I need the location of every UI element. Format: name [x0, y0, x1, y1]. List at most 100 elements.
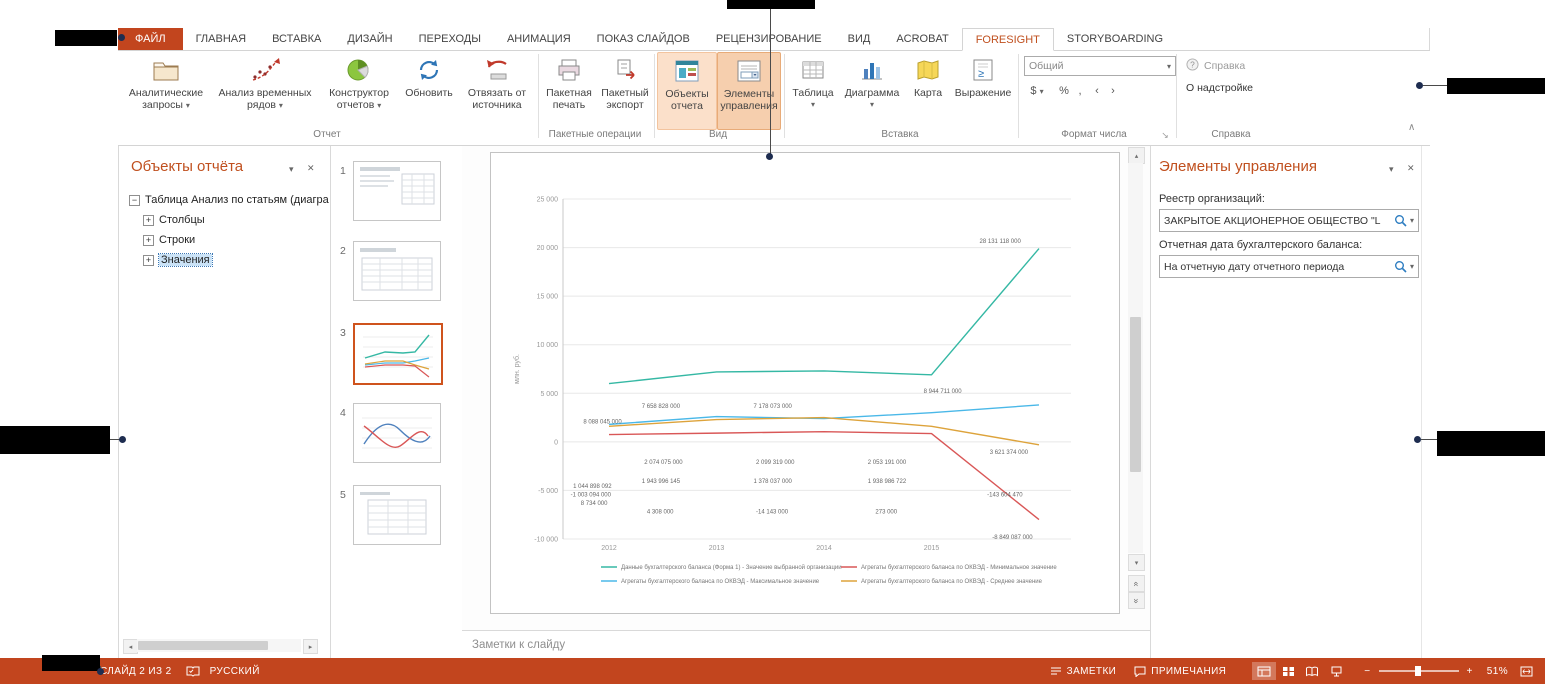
normal-view-button[interactable]: [1252, 662, 1276, 680]
status-bar: СЛАЙД 2 ИЗ 2 РУССКИЙ ЗАМЕТКИ ПРИМЕЧАНИЯ …: [0, 658, 1545, 684]
thumbnail-number: 3: [340, 327, 346, 339]
tree-expand-icon[interactable]: +: [143, 235, 154, 246]
spellcheck-icon[interactable]: [186, 665, 200, 677]
notes-bar[interactable]: Заметки к слайду: [462, 630, 1150, 659]
zoom-slider-track[interactable]: [1379, 670, 1459, 672]
zoom-in-button[interactable]: +: [1467, 666, 1473, 677]
chart-data-label: -14 143 000: [756, 510, 789, 516]
analytic-queries-button[interactable]: Аналитические запросы ▾: [120, 52, 212, 128]
collapse-ribbon-button[interactable]: ∧: [1408, 122, 1415, 133]
balance-date-value: На отчетную дату отчетного периода: [1164, 261, 1391, 273]
tab-transitions[interactable]: ПЕРЕХОДЫ: [406, 28, 494, 50]
tree-expand-icon[interactable]: +: [143, 215, 154, 226]
help-button[interactable]: ? Справка: [1186, 58, 1245, 74]
panel-menu-caret-icon[interactable]: ▾: [289, 164, 294, 175]
chart-data-label: 2 053 191 000: [868, 460, 907, 466]
tab-storyboarding[interactable]: STORYBOARDING: [1054, 28, 1176, 50]
slide-indicator[interactable]: СЛАЙД 2 ИЗ 2: [100, 666, 172, 677]
tab-file[interactable]: ФАЙЛ: [118, 28, 183, 50]
tab-foresight[interactable]: FORESIGHT: [962, 28, 1054, 51]
org-registry-combobox[interactable]: ЗАКРЫТОЕ АКЦИОНЕРНОЕ ОБЩЕСТВО "L ▾: [1159, 209, 1419, 232]
search-icon[interactable]: [1394, 214, 1407, 227]
button-label: экспорт: [606, 99, 643, 111]
tab-view[interactable]: ВИД: [835, 28, 884, 50]
printer-icon: [556, 55, 582, 85]
increase-decimal-button[interactable]: ›: [1106, 82, 1120, 100]
refresh-button[interactable]: Обновить: [400, 52, 458, 128]
notes-toggle-button[interactable]: ЗАМЕТКИ: [1050, 666, 1117, 677]
notes-icon: [1050, 666, 1062, 676]
callout-dot: [119, 436, 126, 443]
thousands-separator-button[interactable]: ,: [1074, 82, 1086, 100]
report-objects-toggle-button[interactable]: Объекты отчета: [657, 52, 717, 130]
next-slide-button[interactable]: »: [1128, 592, 1145, 609]
report-builder-button[interactable]: Конструктор отчетов ▾: [318, 52, 400, 128]
slideshow-view-button[interactable]: [1324, 662, 1348, 680]
panel-close-icon[interactable]: ✕: [1407, 163, 1415, 174]
decrease-decimal-button[interactable]: ‹: [1090, 82, 1104, 100]
hscroll-left-arrow[interactable]: ◂: [123, 639, 138, 654]
tree-item-values[interactable]: + Значения: [143, 251, 212, 269]
dropdown-caret-icon[interactable]: ▾: [1410, 262, 1414, 271]
balance-date-combobox[interactable]: На отчетную дату отчетного периода ▾: [1159, 255, 1419, 278]
number-format-combobox[interactable]: Общий ▾: [1024, 56, 1176, 76]
tree-item-rows[interactable]: + Строки: [143, 231, 195, 249]
zoom-percentage[interactable]: 51%: [1487, 666, 1508, 677]
group-label-insert: Вставка: [784, 128, 1016, 142]
hscroll-thumb[interactable]: [138, 641, 268, 650]
about-addin-button[interactable]: О надстройке: [1186, 82, 1253, 94]
percent-format-button[interactable]: %: [1056, 82, 1072, 100]
vscroll-down-arrow[interactable]: ▾: [1128, 554, 1145, 571]
zoom-out-button[interactable]: −: [1364, 666, 1370, 677]
currency-format-button[interactable]: $ ▾: [1024, 82, 1050, 100]
panel-close-icon[interactable]: ✕: [307, 163, 315, 174]
previous-slide-button[interactable]: «: [1128, 575, 1145, 592]
insert-expression-button[interactable]: ≥ Выражение: [952, 52, 1014, 128]
button-label: Обновить: [405, 87, 453, 99]
insert-table-button[interactable]: Таблица ▾: [788, 52, 838, 128]
timeseries-analysis-button[interactable]: Анализ временных рядов ▾: [212, 52, 318, 128]
reading-view-button[interactable]: [1300, 662, 1324, 680]
slide-thumbnail-5[interactable]: [353, 485, 441, 545]
slide-thumbnail-4[interactable]: [353, 403, 441, 463]
slide-canvas[interactable]: -10 000-5 00005 00010 00015 00020 00025 …: [490, 152, 1120, 614]
insert-map-button[interactable]: Карта: [906, 52, 950, 128]
slide-thumbnail-1[interactable]: [353, 161, 441, 221]
comments-toggle-button[interactable]: ПРИМЕЧАНИЯ: [1134, 666, 1226, 677]
dialog-launcher-icon[interactable]: ↘: [1158, 128, 1172, 142]
batch-print-button[interactable]: Пакетная печать: [542, 52, 596, 128]
chart-y-tick-label: 10 000: [537, 342, 559, 349]
timeseries-icon: [250, 55, 280, 85]
chart-data-label: 8 088 045 000: [583, 419, 622, 425]
tree-item-columns[interactable]: + Столбцы: [143, 211, 205, 229]
slide-thumbnail-2[interactable]: [353, 241, 441, 301]
tree-expand-icon[interactable]: +: [143, 255, 154, 266]
chart-data-label: 8 734 000: [581, 501, 608, 507]
controls-panel: Элементы управления ▾ ✕ Реестр организац…: [1150, 145, 1422, 658]
tree-collapse-icon[interactable]: −: [129, 195, 140, 206]
unlink-source-button[interactable]: Отвязать от источника: [458, 52, 536, 128]
slide-sorter-view-button[interactable]: [1276, 662, 1300, 680]
zoom-slider-thumb[interactable]: [1415, 666, 1421, 676]
insert-chart-button[interactable]: Диаграмма ▾: [842, 52, 902, 128]
tab-insert[interactable]: ВСТАВКА: [259, 28, 334, 50]
tab-review[interactable]: РЕЦЕНЗИРОВАНИЕ: [703, 28, 835, 50]
hscroll-right-arrow[interactable]: ▸: [303, 639, 318, 654]
controls-toggle-button[interactable]: Элементы управления: [717, 52, 781, 130]
vscroll-up-arrow[interactable]: ▴: [1128, 147, 1145, 164]
language-indicator[interactable]: РУССКИЙ: [210, 666, 260, 677]
search-icon[interactable]: [1394, 260, 1407, 273]
tab-design[interactable]: ДИЗАЙН: [334, 28, 405, 50]
fit-slide-to-window-button[interactable]: [1520, 666, 1533, 677]
tab-home[interactable]: ГЛАВНАЯ: [183, 28, 259, 50]
panel-menu-caret-icon[interactable]: ▾: [1389, 164, 1394, 175]
tab-acrobat[interactable]: ACROBAT: [883, 28, 961, 50]
tab-slideshow[interactable]: ПОКАЗ СЛАЙДОВ: [584, 28, 703, 50]
slide-thumbnail-3-selected[interactable]: [353, 323, 443, 385]
vscroll-thumb[interactable]: [1130, 317, 1141, 472]
dropdown-caret-icon[interactable]: ▾: [1410, 216, 1414, 225]
tab-animations[interactable]: АНИМАЦИЯ: [494, 28, 584, 50]
chart-legend-label: Агрегаты бухгалтерского баланса по ОКВЭД…: [861, 565, 1057, 571]
batch-export-button[interactable]: Пакетный экспорт: [598, 52, 652, 128]
tree-item-root[interactable]: − Таблица Анализ по статьям (диагра: [129, 191, 329, 209]
